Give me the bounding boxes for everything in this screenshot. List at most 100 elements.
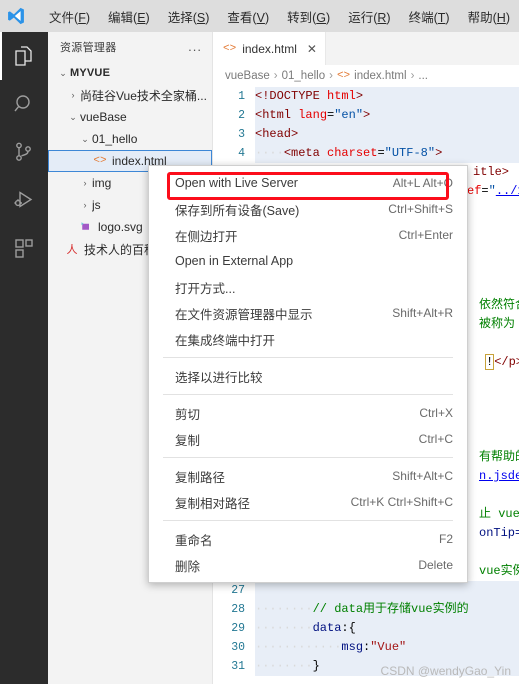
context-menu-item-label: 在集成终端中打开	[175, 333, 276, 348]
tree-root-myvue[interactable]: ⌄ MYVUE	[48, 62, 212, 84]
context-menu-separator	[163, 457, 453, 458]
menu-edit-mnemonic: E	[137, 10, 146, 25]
menu-help[interactable]: 帮助(H)	[459, 4, 519, 29]
html-file-icon: <>	[336, 70, 351, 82]
search-icon[interactable]	[0, 80, 48, 128]
code-text: ····<meta charset="UTF-8">	[255, 144, 519, 163]
menu-selection[interactable]: 选择(S)	[159, 4, 219, 29]
code-line: 29 ········data:{	[213, 619, 519, 638]
breadcrumb-vuebase[interactable]: vueBase	[225, 70, 270, 82]
code-line: 4 ····<meta charset="UTF-8">	[213, 144, 519, 163]
explorer-title: 资源管理器	[60, 42, 117, 54]
context-menu-item-copy-relative-path[interactable]: 复制相对路径 Ctrl+K Ctrl+Shift+C	[149, 489, 467, 515]
context-menu-item-open-to-side[interactable]: 在侧边打开 Ctrl+Enter	[149, 222, 467, 248]
html-file-icon: <>	[93, 155, 107, 167]
context-menu-item-open-with-live-server[interactable]: Open with Live Server Alt+L Alt+O	[149, 170, 467, 200]
breadcrumb-separator: ›	[273, 70, 278, 82]
chevron-down-icon: ⌄	[81, 133, 89, 144]
breadcrumb-01hello[interactable]: 01_hello	[282, 70, 325, 82]
code-fragment: onTip=fa	[479, 526, 519, 540]
menu-help-mnemonic: H	[496, 10, 506, 25]
context-menu-item-label: 复制路径	[175, 470, 226, 485]
code-fragment: 被称为【	[479, 317, 519, 331]
close-icon[interactable]: ✕	[307, 42, 317, 56]
tree-item-vuebase[interactable]: ⌄ vueBase	[48, 106, 212, 128]
context-menu-item-label: 重命名	[175, 533, 213, 548]
breadcrumb-separator: ›	[410, 70, 415, 82]
tree-item-label: 技术人的百科	[84, 242, 157, 257]
menu-edit[interactable]: 编辑(E)	[99, 4, 159, 29]
breadcrumb-more[interactable]: ...	[418, 70, 428, 82]
menu-view[interactable]: 查看(V)	[218, 4, 278, 29]
code-text: ············msg:"Vue"	[255, 638, 519, 657]
line-number: 3	[238, 128, 245, 141]
context-menu-separator	[163, 520, 453, 521]
tab-label: index.html	[242, 41, 297, 56]
context-menu-item-rename[interactable]: 重命名 F2	[149, 526, 467, 552]
line-number: 1	[238, 90, 245, 103]
file-context-menu[interactable]: Open with Live Server Alt+L Alt+O 保存到所有设…	[148, 165, 468, 583]
title-bar: 文件(F) 编辑(E) 选择(S) 查看(V) 转到(G) 运行(R) 终端(T…	[0, 0, 519, 32]
breadcrumb-index-html[interactable]: index.html	[354, 70, 406, 82]
menu-help-label: 帮助	[467, 10, 493, 25]
menu-run[interactable]: 运行(R)	[339, 4, 399, 29]
tree-item-label: 尚硅谷Vue技术全家桶...	[80, 88, 207, 103]
tree-item-01hello[interactable]: ⌄ 01_hello	[48, 128, 212, 150]
html-file-icon: <>	[223, 42, 237, 55]
tree-item-label: vueBase	[80, 110, 127, 124]
code-fragment: 依然符合	[479, 298, 519, 312]
line-number: 4	[238, 147, 245, 160]
tree-item-label: img	[92, 176, 112, 190]
context-menu-item-cut[interactable]: 剪切 Ctrl+X	[149, 400, 467, 426]
context-menu-item-save-all-devices[interactable]: 保存到所有设备(Save) Ctrl+Shift+S	[149, 196, 467, 222]
menu-run-mnemonic: R	[377, 10, 387, 25]
context-menu-item-label: 保存到所有设备(Save)	[175, 203, 300, 218]
context-menu-item-shortcut: Ctrl+K Ctrl+Shift+C	[350, 495, 453, 509]
chevron-down-icon: ⌄	[69, 111, 77, 122]
context-menu-separator	[163, 357, 453, 358]
context-menu-item-open-in-external-app[interactable]: Open in External App	[149, 248, 467, 274]
code-text: ········// data用于存储vue实例的	[255, 600, 519, 619]
menu-run-label: 运行	[348, 10, 374, 25]
menu-selection-label: 选择	[167, 10, 193, 25]
context-menu-item-copy-path[interactable]: 复制路径 Shift+Alt+C	[149, 463, 467, 489]
menu-file[interactable]: 文件(F)	[40, 4, 99, 29]
context-menu-item-copy[interactable]: 复制 Ctrl+C	[149, 426, 467, 452]
code-line: 28 ········// data用于存储vue实例的	[213, 600, 519, 619]
tree-item-label: js	[92, 198, 101, 212]
vscode-window: 文件(F) 编辑(E) 选择(S) 查看(V) 转到(G) 运行(R) 终端(T…	[0, 0, 519, 684]
run-and-debug-icon[interactable]	[0, 176, 48, 224]
context-menu-item-label: 复制相对路径	[175, 496, 251, 511]
context-menu-item-reveal-in-explorer[interactable]: 在文件资源管理器中显示 Shift+Alt+R	[149, 300, 467, 326]
code-fragment: 止 vue 在	[479, 507, 519, 521]
context-menu-item-delete[interactable]: 删除 Delete	[149, 552, 467, 578]
code-text: ········data:{	[255, 619, 519, 638]
context-menu-item-shortcut: Ctrl+Shift+S	[388, 202, 453, 216]
context-menu-item-shortcut: Shift+Alt+R	[392, 306, 453, 320]
chevron-right-icon: ›	[83, 200, 87, 210]
tab-index-html[interactable]: <> index.html ✕	[213, 32, 326, 65]
code-line: 2 <html lang="en">	[213, 106, 519, 125]
code-text: <!DOCTYPE html>	[255, 87, 519, 106]
context-menu-item-label: 打开方式...	[175, 281, 236, 296]
code-line: 1 <!DOCTYPE html>	[213, 87, 519, 106]
explorer-header: 资源管理器 ...	[48, 32, 212, 62]
extensions-icon[interactable]	[0, 224, 48, 272]
pdf-file-icon: 人	[66, 244, 78, 256]
line-number: 31	[231, 660, 245, 673]
menu-go[interactable]: 转到(G)	[278, 4, 339, 29]
code-text: <head>	[255, 125, 519, 144]
explorer-more-actions-icon[interactable]: ...	[188, 40, 202, 53]
source-control-icon[interactable]	[0, 128, 48, 176]
chevron-right-icon: ›	[71, 90, 75, 100]
menu-terminal[interactable]: 终端(T)	[400, 4, 459, 29]
code-fragment[interactable]: n.jsdeli	[479, 469, 519, 483]
line-number: 30	[231, 641, 245, 654]
context-menu-item-open-in-terminal[interactable]: 在集成终端中打开	[149, 326, 467, 352]
context-menu-item-open-with[interactable]: 打开方式...	[149, 274, 467, 300]
context-menu-item-select-for-compare[interactable]: 选择以进行比较	[149, 363, 467, 389]
tree-item-shangguigu[interactable]: › 尚硅谷Vue技术全家桶...	[48, 84, 212, 106]
explorer-icon[interactable]	[0, 32, 48, 80]
context-menu-item-label: 剪切	[175, 407, 201, 422]
tree-item-label: 01_hello	[92, 132, 138, 146]
